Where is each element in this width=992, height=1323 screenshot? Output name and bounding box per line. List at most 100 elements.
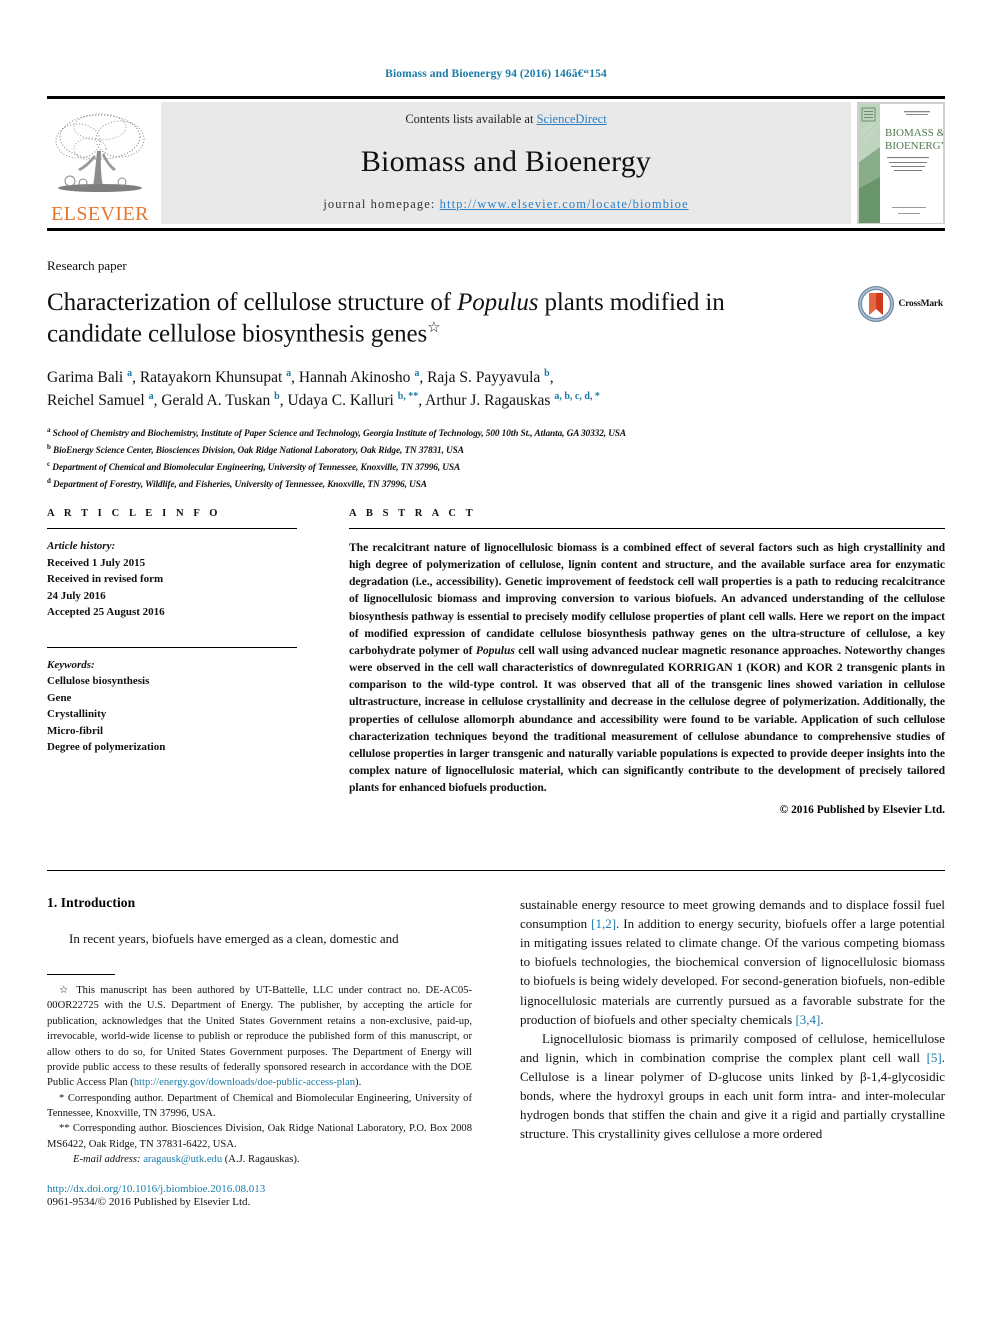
crossmark-badge[interactable]: CrossMark bbox=[857, 286, 944, 322]
history-item: Received in revised form bbox=[47, 573, 164, 585]
author-list: Garima Bali a, Ratayakorn Khunsupat a, H… bbox=[47, 368, 600, 410]
running-head: Biomass and Bioenergy 94 (2016) 146â€“15… bbox=[385, 68, 607, 80]
author-name: Ratayakorn Khunsupat bbox=[139, 369, 283, 387]
affiliation-item: b BioEnergy Science Center, Biosciences … bbox=[47, 442, 945, 459]
keywords-label: Keywords: bbox=[47, 658, 95, 671]
keywords-block: Keywords: Cellulose biosynthesis Gene Cr… bbox=[47, 646, 297, 756]
author-affil-mark: a bbox=[414, 368, 420, 380]
affiliation-mark: b bbox=[47, 442, 51, 451]
footnote-block: ☆ This manuscript has been authored by U… bbox=[47, 983, 472, 1167]
article-title: Characterization of cellulose structure … bbox=[47, 288, 747, 349]
affiliation-item: a School of Chemistry and Biochemistry, … bbox=[47, 425, 945, 442]
affiliation-list: a School of Chemistry and Biochemistry, … bbox=[47, 425, 945, 494]
footnote-funding-text-b: ). bbox=[355, 1077, 362, 1089]
affiliation-text: Department of Forestry, Wildlife, and Fi… bbox=[53, 480, 427, 491]
abstract-rule bbox=[349, 528, 945, 529]
doi-line[interactable]: http://dx.doi.org/10.1016/j.biombioe.201… bbox=[47, 1183, 472, 1195]
keyword-item: Crystallinity bbox=[47, 708, 107, 720]
affiliation-text: Department of Chemical and Biomolecular … bbox=[52, 462, 461, 473]
right-paragraph-2: Lignocellulosic biomass is primarily com… bbox=[520, 1029, 945, 1144]
section-heading-introduction: 1. Introduction bbox=[47, 895, 136, 910]
footnote-star-mark: ☆ bbox=[59, 985, 72, 997]
contents-prefix: Contents lists available at bbox=[405, 112, 537, 126]
article-header: Research paper CrossMark Characterizatio… bbox=[47, 258, 945, 493]
masthead-center-panel: Contents lists available at ScienceDirec… bbox=[161, 102, 851, 224]
rp1-c: . bbox=[820, 1011, 824, 1027]
abstract-bottom-rule bbox=[47, 870, 945, 871]
doi-link[interactable]: http://dx.doi.org/10.1016/j.biombioe.201… bbox=[47, 1183, 265, 1195]
svg-text:BIOMASS &: BIOMASS & bbox=[885, 127, 944, 139]
body-column-gutter bbox=[472, 895, 520, 1208]
elsevier-wordmark: ELSEVIER bbox=[51, 203, 149, 225]
elsevier-logo: ELSEVIER bbox=[47, 102, 153, 224]
masthead-top-rule bbox=[47, 96, 945, 99]
email-suffix: (A.J. Ragauskas). bbox=[222, 1154, 300, 1166]
history-item: Received 1 July 2015 bbox=[47, 556, 146, 569]
author-name: Garima Bali bbox=[47, 369, 124, 387]
affiliation-mark: d bbox=[47, 477, 51, 485]
keyword-item: Degree of polymerization bbox=[47, 741, 166, 753]
rp1-b: . In addition to energy security, biofue… bbox=[520, 916, 945, 1027]
article-info-heading: A R T I C L E I N F O bbox=[47, 508, 222, 519]
citation-ref-2[interactable]: [3,4] bbox=[795, 1012, 820, 1027]
author-name: Gerald A. Tuskan bbox=[161, 392, 271, 410]
author-affil-mark: b, ** bbox=[397, 390, 419, 402]
keywords-rule bbox=[47, 646, 297, 648]
sciencedirect-link[interactable]: ScienceDirect bbox=[537, 112, 607, 126]
keyword-item: Cellulose biosynthesis bbox=[47, 675, 150, 687]
homepage-prefix: journal homepage: bbox=[323, 197, 440, 211]
author-affil-mark: b bbox=[274, 390, 280, 402]
footnote-email: E-mail address: aragausk@utk.edu (A.J. R… bbox=[47, 1152, 472, 1167]
rp2-a: Lignocellulosic biomass is primarily com… bbox=[520, 1030, 945, 1065]
author-name: Udaya C. Kalluri bbox=[287, 392, 394, 410]
footnote-funding-text-a: This manuscript has been authored by UT-… bbox=[47, 985, 473, 1089]
masthead-bottom-rule bbox=[47, 228, 945, 231]
article-history-label: Article history: bbox=[47, 540, 116, 552]
abstract-column: A B S T R A C T The recalcitrant nature … bbox=[349, 508, 945, 816]
doe-public-access-link[interactable]: http://energy.gov/downloads/doe-public-a… bbox=[134, 1077, 355, 1088]
author-affil-mark: a bbox=[127, 368, 133, 380]
article-info-rule bbox=[47, 528, 297, 529]
right-paragraph-1: sustainable energy resource to meet grow… bbox=[520, 895, 945, 1029]
article-type-kicker: Research paper bbox=[47, 258, 127, 273]
journal-homepage-link[interactable]: http://www.elsevier.com/locate/biombioe bbox=[440, 197, 689, 211]
footnote-separator bbox=[47, 974, 115, 976]
author-name: Reichel Samuel bbox=[47, 392, 145, 410]
affiliation-mark: a bbox=[47, 425, 51, 434]
crossmark-icon bbox=[857, 286, 894, 322]
abstract-text: The recalcitrant nature of lignocellulos… bbox=[349, 539, 945, 796]
corr-mark-2: ** bbox=[59, 1123, 70, 1135]
abstract-italic-species: Populus bbox=[475, 643, 515, 657]
article-info-column: A R T I C L E I N F O Article history: R… bbox=[47, 508, 297, 816]
affiliation-text: School of Chemistry and Biochemistry, In… bbox=[52, 428, 626, 439]
author-name: Hannah Akinosho bbox=[298, 369, 411, 387]
intro-paragraph-left: In recent years, biofuels have emerged a… bbox=[69, 931, 399, 946]
title-footnote-marker: ☆ bbox=[427, 319, 441, 336]
corr-text-1: Corresponding author. Department of Chem… bbox=[47, 1092, 472, 1119]
email-label: E-mail address: bbox=[73, 1154, 141, 1166]
citation-ref-1[interactable]: [1,2] bbox=[591, 916, 616, 931]
author-affil-mark: a, b, c, d, * bbox=[554, 390, 600, 402]
history-item: 24 July 2016 bbox=[47, 589, 106, 602]
article-history: Article history: Received 1 July 2015 Re… bbox=[47, 538, 297, 621]
author-affil-mark: b bbox=[544, 368, 550, 380]
journal-homepage-line: journal homepage: http://www.elsevier.co… bbox=[323, 197, 688, 212]
email-link[interactable]: aragausk@utk.edu bbox=[143, 1154, 222, 1165]
title-italic-species: Populus bbox=[457, 289, 539, 316]
journal-cover-art: BIOMASS & BIOENERGY bbox=[858, 103, 944, 223]
citation-ref-3[interactable]: [5] bbox=[927, 1050, 942, 1065]
abstract-copyright: © 2016 Published by Elsevier Ltd. bbox=[779, 804, 945, 817]
corr-text-2: Corresponding author. Biosciences Divisi… bbox=[47, 1123, 472, 1150]
abstract-part-1: The recalcitrant nature of lignocellulos… bbox=[349, 541, 945, 657]
corr-mark-1: * bbox=[59, 1092, 65, 1104]
title-part-1: Characterization of cellulose structure … bbox=[47, 289, 458, 316]
issn-copyright-line: 0961-9534/© 2016 Published by Elsevier L… bbox=[47, 1196, 251, 1209]
contents-line: Contents lists available at ScienceDirec… bbox=[405, 112, 606, 127]
keyword-item: Micro-fibril bbox=[47, 724, 103, 737]
author-name: Raja S. Payyavula bbox=[427, 369, 541, 387]
footnote-corresponding-2: ** Corresponding author. Biosciences Div… bbox=[47, 1121, 472, 1152]
crossmark-label: CrossMark bbox=[898, 299, 944, 309]
left-column: 1. Introduction In recent years, biofuel… bbox=[47, 895, 472, 1208]
affiliation-item: d Department of Forestry, Wildlife, and … bbox=[47, 476, 945, 493]
right-column: sustainable energy resource to meet grow… bbox=[520, 895, 945, 1208]
